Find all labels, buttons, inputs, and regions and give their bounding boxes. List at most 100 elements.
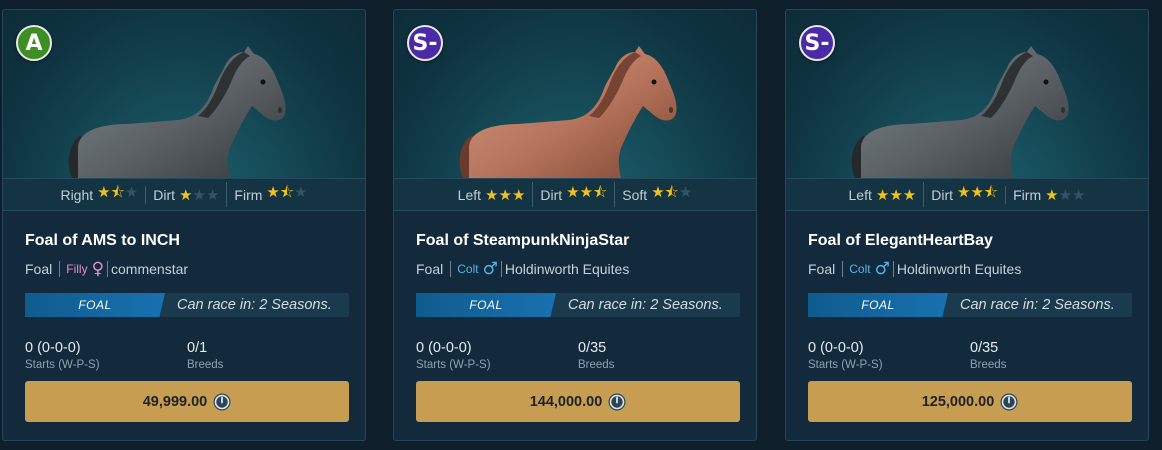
surface-label: Dirt	[931, 186, 953, 203]
zed-token-icon	[1000, 393, 1018, 411]
breeds-value: 0/1	[187, 340, 208, 356]
star-full-icon: ★	[957, 183, 971, 201]
male-icon: ♂	[482, 259, 498, 279]
star-half-icon: ⯪	[664, 183, 679, 201]
horse-hero: S-	[394, 10, 756, 178]
star-rating: ★★★	[1045, 186, 1085, 204]
horse-sex: Filly ♀	[66, 259, 104, 279]
star-full-icon: ★	[498, 185, 512, 204]
foal-badge: FOAL	[808, 293, 948, 317]
star-full-icon: ★	[97, 183, 111, 201]
horse-name[interactable]: Foal of ElegantHeartBay	[808, 232, 993, 250]
surface-preference: Dirt ★★★	[145, 185, 226, 204]
star-half-icon: ⯪	[593, 183, 608, 201]
horse-card[interactable]: S- Left ★★★ Dirt ★★⯪ Firm ★★★ Foal of El…	[785, 9, 1149, 441]
star-full-icon: ★	[651, 183, 665, 201]
star-empty-icon: ★	[294, 183, 308, 201]
starts-stat: 0 (0-0-0) Starts (W-P-S)	[808, 340, 883, 371]
grade-badge: A	[16, 25, 52, 61]
star-full-icon: ★	[1045, 185, 1059, 204]
surface-preference: Dirt ★★⯪	[532, 182, 614, 207]
horse-image	[68, 46, 286, 178]
breeds-label: Breeds	[970, 359, 1007, 371]
horse-type: Foal	[808, 261, 836, 277]
star-rating: ★★★	[485, 186, 525, 204]
starts-label: Starts (W-P-S)	[808, 359, 883, 371]
star-full-icon: ★	[266, 183, 280, 201]
price-value: 125,000.00	[921, 393, 995, 410]
star-rating: ★★★	[876, 186, 916, 204]
horse-sex: Colt ♂	[849, 259, 890, 279]
breeds-value: 0/35	[578, 340, 607, 356]
surface-label: Dirt	[540, 186, 563, 203]
zed-token-icon	[213, 393, 231, 411]
surface-label: Left	[457, 186, 482, 203]
divider	[450, 261, 452, 277]
surface-label: Right	[60, 186, 94, 203]
race-status-row: FOAL Can race in: 2 Seasons.	[808, 293, 1132, 317]
horse-name[interactable]: Foal of SteampunkNinjaStar	[416, 232, 629, 250]
breeds-value: 0/35	[970, 340, 999, 356]
price-value: 144,000.00	[529, 393, 603, 410]
surface-preferences-row: Left ★★★ Dirt ★★⯪ Firm ★★★	[786, 178, 1148, 211]
star-full-icon: ★	[485, 185, 499, 204]
horse-type: Foal	[25, 261, 53, 277]
surface-preference: Soft ★⯪★	[614, 182, 699, 207]
race-status-row: FOAL Can race in: 2 Seasons.	[416, 293, 740, 317]
price-value: 49,999.00	[142, 393, 208, 410]
starts-stat: 0 (0-0-0) Starts (W-P-S)	[416, 340, 491, 371]
star-empty-icon: ★	[124, 183, 139, 201]
horse-image	[851, 46, 1069, 178]
owner-name[interactable]: Holdinworth Equites	[505, 261, 630, 277]
surface-label: Firm	[234, 186, 263, 203]
breeds-label: Breeds	[578, 359, 615, 371]
divider	[500, 261, 502, 277]
star-rating: ★⯪★	[266, 182, 307, 207]
divider	[892, 261, 894, 277]
star-half-icon: ⯪	[983, 183, 999, 201]
breeds-stat: 0/1 Breeds	[187, 340, 223, 371]
surface-preference: Dirt ★★⯪	[923, 182, 1005, 207]
season-text: Can race in: 2 Seasons.	[177, 297, 332, 313]
starts-value: 0 (0-0-0)	[808, 340, 864, 356]
buy-price-button[interactable]: 125,000.00	[808, 381, 1132, 422]
star-empty-icon: ★	[192, 185, 206, 204]
star-empty-icon: ★	[205, 185, 220, 204]
breeds-stat: 0/35 Breeds	[970, 340, 1006, 371]
horse-meta: Foal Colt ♂ Holdinworth Equites	[416, 259, 629, 279]
horse-image	[459, 46, 677, 178]
star-empty-icon: ★	[678, 183, 693, 201]
star-full-icon: ★	[970, 183, 984, 201]
horse-meta: Foal Filly ♀ commenstar	[25, 259, 188, 279]
star-full-icon: ★	[902, 185, 917, 204]
star-rating: ★⯪★	[97, 182, 138, 207]
star-half-icon: ⯪	[110, 183, 125, 201]
owner-name[interactable]: Holdinworth Equites	[897, 261, 1022, 277]
surface-preference: Firm ★★★	[1005, 185, 1092, 204]
starts-value: 0 (0-0-0)	[25, 340, 81, 356]
horse-hero: A	[3, 10, 365, 178]
horse-meta: Foal Colt ♂ Holdinworth Equites	[808, 259, 1021, 279]
star-full-icon: ★	[511, 185, 526, 204]
star-rating: ★★★	[179, 186, 219, 204]
surface-label: Left	[848, 186, 872, 203]
horse-card[interactable]: A Right ★⯪★ Dirt ★★★ Firm ★⯪★ Foal of AM…	[2, 9, 366, 441]
horse-card[interactable]: S- Left ★★★ Dirt ★★⯪ Soft ★⯪★ Foal of St…	[393, 9, 757, 441]
buy-price-button[interactable]: 144,000.00	[416, 381, 740, 422]
starts-value: 0 (0-0-0)	[416, 340, 472, 356]
star-full-icon: ★	[579, 183, 594, 201]
breeds-stat: 0/35 Breeds	[578, 340, 614, 371]
grade-badge: S-	[799, 25, 835, 61]
owner-name[interactable]: commenstar	[111, 261, 188, 277]
starts-label: Starts (W-P-S)	[25, 359, 100, 371]
grade-badge: S-	[407, 25, 443, 61]
buy-price-button[interactable]: 49,999.00	[25, 381, 349, 422]
surface-preference: Left ★★★	[451, 186, 533, 204]
horse-type: Foal	[416, 261, 444, 277]
starts-label: Starts (W-P-S)	[416, 359, 491, 371]
horse-name[interactable]: Foal of AMS to INCH	[25, 232, 180, 250]
surface-label: Soft	[622, 186, 648, 203]
zed-token-icon	[608, 393, 626, 411]
season-text: Can race in: 2 Seasons.	[960, 297, 1115, 313]
sex-label: Colt	[849, 262, 871, 276]
